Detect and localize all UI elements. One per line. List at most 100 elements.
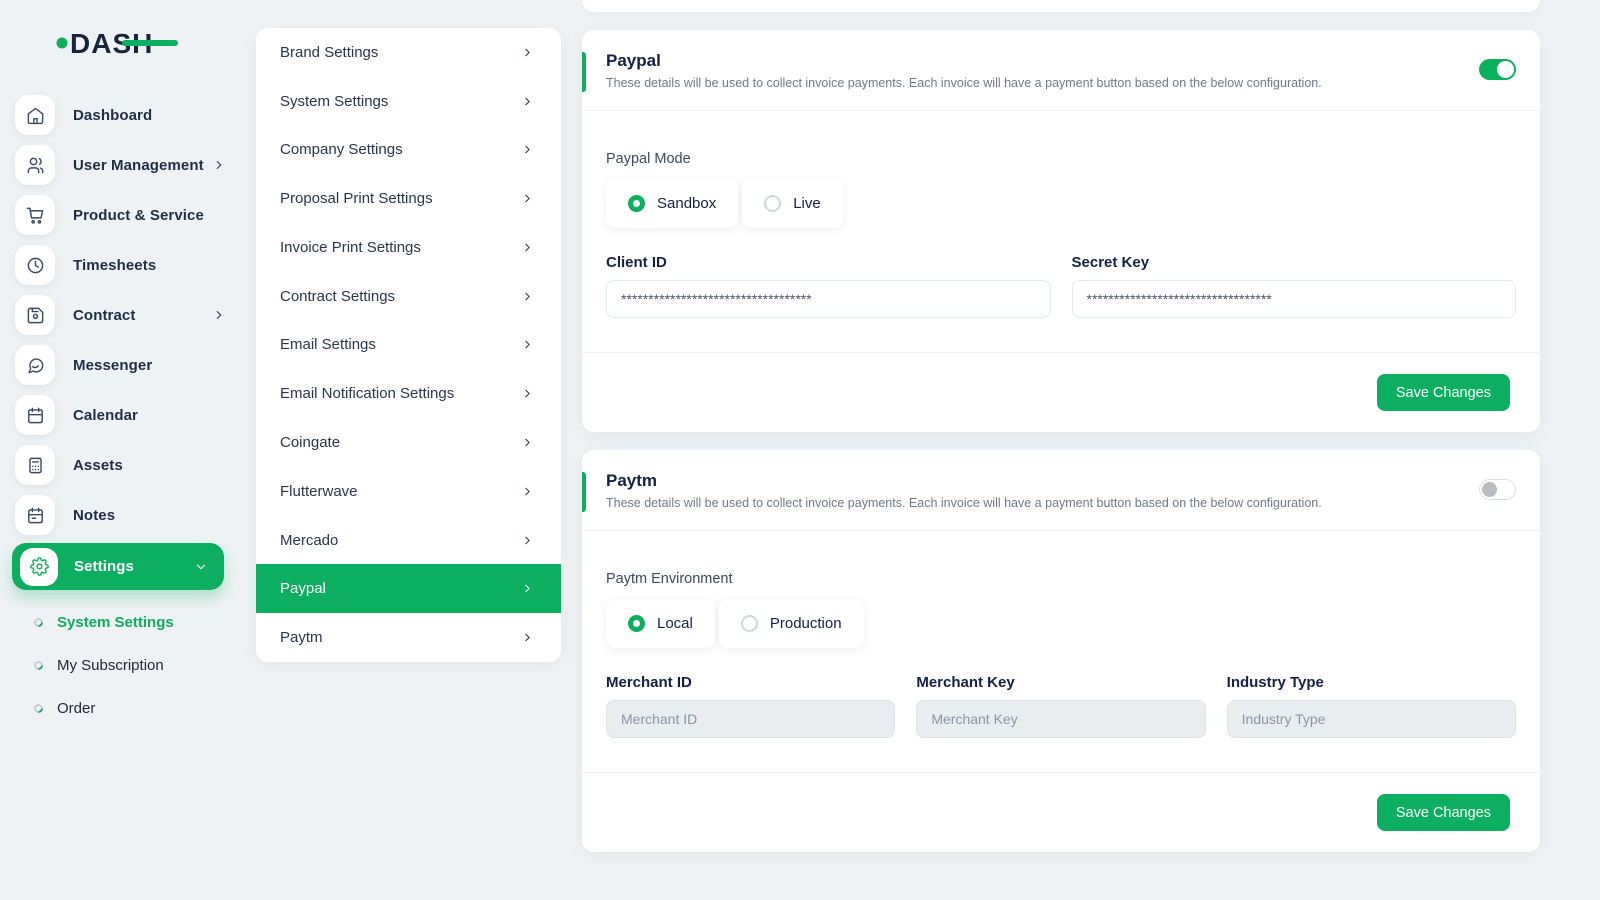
brand-logo[interactable]: DASH bbox=[56, 24, 186, 60]
sidebar-nav: Dashboard User Management Product & Serv… bbox=[0, 90, 240, 593]
menu-item-proposal-print-settings[interactable]: Proposal Print Settings bbox=[256, 174, 561, 223]
menu-item-label: Company Settings bbox=[280, 141, 403, 158]
paytm-card-title: Paytm bbox=[606, 471, 1322, 491]
menu-item-paytm[interactable]: Paytm bbox=[256, 613, 561, 662]
menu-item-label: Proposal Print Settings bbox=[280, 190, 433, 207]
sidebar-item-label: Assets bbox=[73, 457, 123, 474]
client-id-label: Client ID bbox=[606, 254, 1051, 271]
calendar-icon bbox=[15, 395, 55, 435]
menu-item-flutterwave[interactable]: Flutterwave bbox=[256, 467, 561, 516]
settings-subnav: System Settings My Subscription Order bbox=[0, 601, 240, 730]
subitem-label: System Settings bbox=[57, 614, 174, 631]
menu-item-email-settings[interactable]: Email Settings bbox=[256, 321, 561, 370]
paytm-enable-toggle[interactable] bbox=[1479, 479, 1516, 500]
sidebar-item-product-service[interactable]: Product & Service bbox=[0, 190, 240, 240]
menu-item-contract-settings[interactable]: Contract Settings bbox=[256, 272, 561, 321]
secret-key-field-group: Secret Key bbox=[1072, 254, 1517, 318]
chevron-right-icon bbox=[521, 631, 534, 644]
menu-item-system-settings[interactable]: System Settings bbox=[256, 77, 561, 126]
radio-production[interactable]: Production bbox=[719, 599, 864, 648]
radio-label: Live bbox=[793, 195, 821, 212]
menu-item-label: Paytm bbox=[280, 629, 323, 646]
paytm-environment-options: Local Production bbox=[606, 599, 1516, 648]
sidebar-item-assets[interactable]: Assets bbox=[0, 440, 240, 490]
menu-item-coingate[interactable]: Coingate bbox=[256, 418, 561, 467]
settings-menu-panel: Brand Settings System Settings Company S… bbox=[256, 28, 561, 662]
contract-icon bbox=[15, 295, 55, 335]
paytm-environment-label: Paytm Environment bbox=[606, 571, 1516, 587]
paytm-card-body: Paytm Environment Local Production Merch… bbox=[582, 531, 1540, 772]
sidebar-subitem-order[interactable]: Order bbox=[0, 687, 240, 730]
chevron-right-icon bbox=[521, 290, 534, 303]
sidebar-item-calendar[interactable]: Calendar bbox=[0, 390, 240, 440]
cart-icon bbox=[15, 195, 55, 235]
sidebar-subitem-my-subscription[interactable]: My Subscription bbox=[0, 644, 240, 687]
menu-item-label: Invoice Print Settings bbox=[280, 239, 421, 256]
paypal-card-body: Paypal Mode Sandbox Live Client ID bbox=[582, 111, 1540, 352]
sidebar-item-user-management[interactable]: User Management bbox=[0, 140, 240, 190]
bullet-icon bbox=[32, 616, 45, 629]
sidebar-subitem-system-settings[interactable]: System Settings bbox=[0, 601, 240, 644]
merchant-id-label: Merchant ID bbox=[606, 674, 895, 691]
secret-key-input[interactable] bbox=[1072, 280, 1517, 318]
merchant-id-field-group: Merchant ID bbox=[606, 674, 895, 738]
paypal-card: Paypal These details will be used to col… bbox=[582, 30, 1540, 432]
sidebar-item-label: Notes bbox=[73, 507, 115, 524]
save-changes-button[interactable]: Save Changes bbox=[1377, 794, 1510, 831]
chevron-right-icon bbox=[521, 436, 534, 449]
radio-live[interactable]: Live bbox=[742, 179, 843, 228]
radio-local[interactable]: Local bbox=[606, 599, 715, 648]
menu-item-label: Mercado bbox=[280, 532, 338, 549]
industry-type-label: Industry Type bbox=[1227, 674, 1516, 691]
sidebar-item-messenger[interactable]: Messenger bbox=[0, 340, 240, 390]
menu-item-invoice-print-settings[interactable]: Invoice Print Settings bbox=[256, 223, 561, 272]
menu-item-label: System Settings bbox=[280, 93, 388, 110]
calculator-icon bbox=[15, 445, 55, 485]
sidebar-item-timesheets[interactable]: Timesheets bbox=[0, 240, 240, 290]
radio-sandbox[interactable]: Sandbox bbox=[606, 179, 738, 228]
paytm-card: Paytm These details will be used to coll… bbox=[582, 450, 1540, 852]
paytm-card-header: Paytm These details will be used to coll… bbox=[582, 450, 1540, 531]
subitem-label: Order bbox=[57, 700, 95, 717]
sidebar-item-label: Messenger bbox=[73, 357, 152, 374]
industry-type-field-group: Industry Type bbox=[1227, 674, 1516, 738]
menu-item-label: Flutterwave bbox=[280, 483, 358, 500]
chevron-right-icon bbox=[212, 308, 226, 322]
merchant-key-input[interactable] bbox=[916, 700, 1205, 738]
sidebar-item-label: Dashboard bbox=[73, 107, 152, 124]
radio-label: Local bbox=[657, 615, 693, 632]
menu-item-company-settings[interactable]: Company Settings bbox=[256, 126, 561, 175]
paypal-mode-options: Sandbox Live bbox=[606, 179, 1516, 228]
chevron-right-icon bbox=[521, 241, 534, 254]
sidebar-item-label: Calendar bbox=[73, 407, 138, 424]
menu-item-brand-settings[interactable]: Brand Settings bbox=[256, 28, 561, 77]
client-id-input[interactable] bbox=[606, 280, 1051, 318]
users-icon bbox=[15, 145, 55, 185]
menu-item-paypal[interactable]: Paypal bbox=[256, 564, 561, 613]
merchant-key-field-group: Merchant Key bbox=[916, 674, 1205, 738]
sidebar-item-settings[interactable]: Settings bbox=[12, 543, 224, 590]
menu-item-label: Email Notification Settings bbox=[280, 385, 454, 402]
dash-logo-graphic: DASH bbox=[56, 24, 186, 60]
chat-icon bbox=[15, 345, 55, 385]
sidebar-item-notes[interactable]: Notes bbox=[0, 490, 240, 540]
industry-type-input[interactable] bbox=[1227, 700, 1516, 738]
previous-card-edge bbox=[582, 0, 1540, 12]
paypal-heading-block: Paypal These details will be used to col… bbox=[606, 51, 1322, 90]
paypal-enable-toggle[interactable] bbox=[1479, 59, 1516, 80]
bullet-icon bbox=[32, 659, 45, 672]
chevron-right-icon bbox=[521, 143, 534, 156]
sidebar-item-contract[interactable]: Contract bbox=[0, 290, 240, 340]
toggle-knob bbox=[1482, 482, 1497, 497]
merchant-id-input[interactable] bbox=[606, 700, 895, 738]
app-root: DASH Dashboard User Management bbox=[0, 0, 1600, 900]
save-changes-button[interactable]: Save Changes bbox=[1377, 374, 1510, 411]
sidebar-item-dashboard[interactable]: Dashboard bbox=[0, 90, 240, 140]
menu-item-label: Contract Settings bbox=[280, 288, 395, 305]
notes-icon bbox=[15, 495, 55, 535]
menu-item-email-notification-settings[interactable]: Email Notification Settings bbox=[256, 369, 561, 418]
chevron-right-icon bbox=[521, 582, 534, 595]
secret-key-label: Secret Key bbox=[1072, 254, 1517, 271]
menu-item-mercado[interactable]: Mercado bbox=[256, 516, 561, 565]
chevron-right-icon bbox=[521, 534, 534, 547]
